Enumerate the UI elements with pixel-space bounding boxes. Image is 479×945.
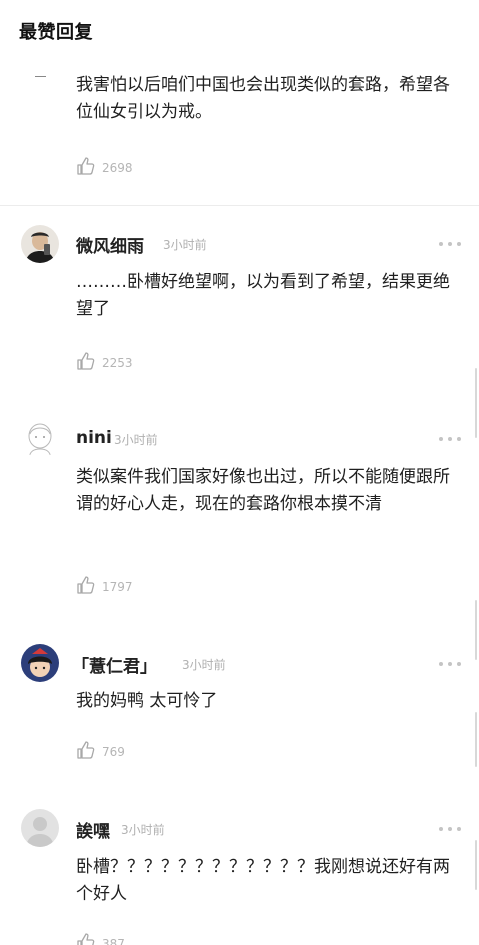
comment-0-like-button[interactable]: 2698 [76, 157, 133, 179]
comment-3-content: 我的妈鸭 太可怜了 [76, 691, 218, 711]
comment-3-like-button[interactable]: 769 [76, 741, 125, 763]
comment-3-avatar[interactable] [21, 644, 59, 682]
divider [0, 205, 479, 206]
comment-3-time: 3小时前 [182, 658, 226, 672]
comment-2-like-count: 1797 [102, 580, 133, 594]
scrollbar-indicator[interactable] [475, 368, 477, 438]
comment-1-like-button[interactable]: 2253 [76, 352, 133, 374]
thumbs-up-icon [76, 932, 96, 945]
comment-2-like-button[interactable]: 1797 [76, 576, 133, 598]
comment-4-like-button[interactable]: 387 [76, 933, 125, 945]
thumbs-up-icon [76, 156, 96, 180]
comment-1-username[interactable]: 微风细雨 [76, 232, 144, 257]
scrollbar-indicator[interactable] [475, 600, 477, 660]
comment-3-like-count: 769 [102, 745, 125, 759]
section-title: 最赞回复 [19, 22, 93, 43]
comment-0-like-count: 2698 [102, 161, 133, 175]
thumbs-up-icon [76, 575, 96, 599]
thumbs-up-icon [76, 740, 96, 764]
scrolled-avatar-edge [35, 76, 46, 77]
comment-1-time: 3小时前 [163, 238, 207, 252]
comment-1-avatar[interactable] [21, 225, 59, 263]
comment-4-time: 3小时前 [121, 823, 165, 837]
comment-3-username[interactable]: 「薏仁君」 [72, 652, 157, 677]
comments-page: 最赞回复 我害怕以后咱们中国也会出现类似的套路，希望各位仙女引以为戒。 2698… [0, 0, 479, 945]
scrollbar-indicator[interactable] [475, 840, 477, 890]
scrollbar-indicator[interactable] [475, 712, 477, 767]
comment-1-content: ………卧槽好绝望啊，以为看到了希望，结果更绝望了 [76, 272, 450, 319]
comment-0-content: 我害怕以后咱们中国也会出现类似的套路，希望各位仙女引以为戒。 [76, 75, 450, 122]
comment-4-avatar[interactable] [21, 809, 59, 847]
thumbs-up-icon [76, 351, 96, 375]
comment-2-content: 类似案件我们国家好像也出过，所以不能随便跟所谓的好心人走，现在的套路你根本摸不清 [76, 467, 450, 514]
more-dots-icon[interactable] [439, 436, 461, 442]
comment-1-like-count: 2253 [102, 356, 133, 370]
comment-2-avatar[interactable] [21, 420, 59, 458]
comment-4-username[interactable]: 誒嘿 [76, 817, 110, 842]
more-dots-icon[interactable] [439, 826, 461, 832]
comment-2-time: 3小时前 [114, 433, 158, 447]
comment-4-like-count: 387 [102, 937, 125, 945]
more-dots-icon[interactable] [439, 241, 461, 247]
comment-4-content: 卧槽？？？？？？？？？？？？我刚想说还好有两个好人 [76, 857, 450, 904]
more-dots-icon[interactable] [439, 661, 461, 667]
comment-2-username[interactable]: nini [76, 428, 112, 448]
